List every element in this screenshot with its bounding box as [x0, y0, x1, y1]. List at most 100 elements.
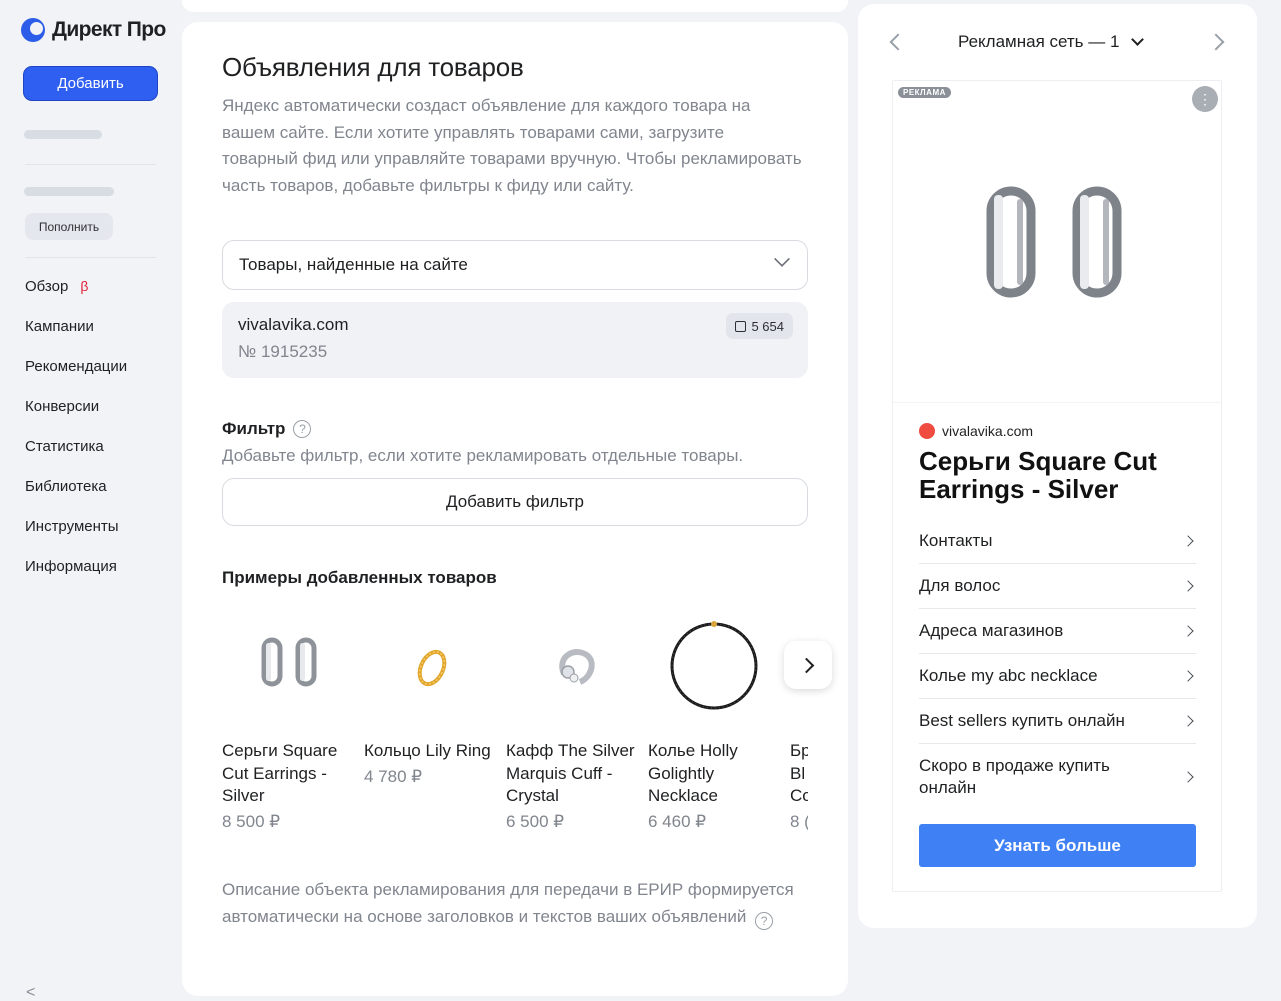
- erip-note-text: Описание объекта рекламирования для пере…: [222, 880, 794, 926]
- chevron-left-icon[interactable]: [889, 33, 907, 51]
- placement-selector-label: Рекламная сеть — 1: [958, 32, 1120, 51]
- ad-image: РЕКЛАМА ⋮: [893, 81, 1221, 403]
- sidebar-nav: Обзор β Кампании Рекомендации Конверсии …: [25, 276, 127, 596]
- balance-placeholder: [24, 130, 102, 139]
- direct-logo-icon: [21, 18, 45, 42]
- nav-item-overview[interactable]: Обзор β: [25, 266, 127, 306]
- previous-section-card: [182, 0, 848, 12]
- carousel-next-button[interactable]: [784, 641, 832, 689]
- chevron-right-icon: [1182, 625, 1194, 637]
- collapse-sidebar-icon[interactable]: <: [26, 984, 35, 1001]
- help-icon[interactable]: ?: [293, 420, 312, 438]
- logo[interactable]: Директ Про: [21, 18, 166, 42]
- topup-button[interactable]: Пополнить: [25, 213, 113, 240]
- sitelink-label: Колье my abc necklace: [919, 666, 1098, 685]
- product-card[interactable]: Колье Holly Golightly Necklace 6 460 ₽: [648, 612, 788, 832]
- products-carousel: Серьги Square Cut Earrings - Silver 8 50…: [222, 612, 808, 842]
- product-card[interactable]: Кафф The Silver Marquis Cuff - Crystal 6…: [506, 612, 646, 832]
- necklace-image: [648, 612, 788, 724]
- sitelink[interactable]: Адреса магазинов: [919, 609, 1196, 654]
- chevron-right-icon: [798, 657, 814, 673]
- filter-hint: Добавьте фильтр, если хотите рекламирова…: [222, 446, 744, 465]
- sitelink[interactable]: Колье my abc necklace: [919, 654, 1196, 699]
- sitelink[interactable]: Best sellers купить онлайн: [919, 699, 1196, 744]
- filter-title: Фильтр: [222, 419, 286, 438]
- product-price: 4 780 ₽: [364, 766, 423, 786]
- products-count-badge: 5 654: [726, 313, 793, 339]
- nav-item-label: Рекомендации: [25, 357, 128, 375]
- nav-item-label: Библиотека: [25, 477, 107, 495]
- product-price: 8 500 ₽: [222, 811, 281, 831]
- logo-text: Директ Про: [52, 18, 166, 41]
- source-select-value: Товары, найденные на сайте: [239, 255, 468, 274]
- chevron-down-icon: [1131, 33, 1145, 46]
- add-filter-button[interactable]: Добавить фильтр: [222, 478, 808, 526]
- preview-header: Рекламная сеть — 1: [858, 28, 1257, 58]
- chevron-right-icon: [1182, 771, 1194, 783]
- sitelink[interactable]: Скоро в продаже купить онлайн: [919, 744, 1196, 810]
- chevron-right-icon: [1182, 535, 1194, 547]
- beta-badge: β: [80, 278, 89, 294]
- earrings-photo: [986, 186, 1122, 298]
- sitelink[interactable]: Для волос: [919, 564, 1196, 609]
- learn-more-button[interactable]: Узнать больше: [919, 824, 1196, 867]
- ad-domain[interactable]: vivalavika.com: [919, 423, 1033, 439]
- filter-heading: Фильтр ?: [222, 419, 312, 439]
- site-number: № 1915235: [238, 342, 328, 361]
- nav-item-label: Информация: [25, 557, 117, 575]
- cuff-image: [506, 612, 646, 724]
- ad-title[interactable]: Серьги Square Cut Earrings - Silver: [919, 447, 1209, 503]
- product-name: Колье Holly Golightly Necklace: [648, 741, 738, 805]
- product-name: Бр Bl Co: [790, 741, 808, 805]
- nav-item-label: Инструменты: [25, 517, 119, 535]
- sidebar: Директ Про Добавить Пополнить Обзор β Ка…: [0, 0, 180, 1001]
- source-select[interactable]: Товары, найденные на сайте: [222, 240, 808, 290]
- nav-item-label: Конверсии: [25, 397, 100, 415]
- page-title: Объявления для товаров: [222, 52, 524, 82]
- chevron-right-icon: [1182, 670, 1194, 682]
- add-button[interactable]: Добавить: [23, 66, 158, 101]
- sitelink-label: Адреса магазинов: [919, 621, 1064, 640]
- sitelink-label: Для волос: [919, 576, 1001, 595]
- chevron-right-icon: [1182, 715, 1194, 727]
- divider: [25, 257, 156, 258]
- nav-item-statistics[interactable]: Статистика: [25, 426, 127, 466]
- ad-preview-panel: Рекламная сеть — 1 РЕКЛАМА ⋮ vivalavika.…: [858, 4, 1257, 928]
- nav-item-recommendations[interactable]: Рекомендации: [25, 346, 127, 386]
- product-name: Кафф The Silver Marquis Cuff - Crystal: [506, 741, 635, 805]
- sitelink-label: Best sellers купить онлайн: [919, 711, 1125, 730]
- products-ads-card: Объявления для товаров Яндекс автоматиче…: [182, 22, 848, 996]
- nav-item-tools[interactable]: Инструменты: [25, 506, 127, 546]
- nav-item-label: Кампании: [25, 317, 94, 335]
- ad-card: РЕКЛАМА ⋮ vivalavika.com Серьги Square C…: [892, 80, 1222, 892]
- chevron-right-icon[interactable]: [1207, 33, 1225, 51]
- earrings-image: [222, 612, 362, 724]
- sitelinks: Контакты Для волос Адреса магазинов Коль…: [919, 519, 1196, 810]
- sitelink-label: Скоро в продаже купить онлайн: [919, 756, 1110, 797]
- sitelink-label: Контакты: [919, 531, 993, 550]
- erip-note: Описание объекта рекламирования для пере…: [222, 877, 802, 930]
- product-price: 8 (: [790, 811, 808, 831]
- products-count: 5 654: [751, 318, 784, 334]
- chevron-down-icon: [774, 251, 790, 267]
- product-card[interactable]: Серьги Square Cut Earrings - Silver 8 50…: [222, 612, 362, 832]
- ring-image: [364, 612, 504, 724]
- product-price: 6 500 ₽: [506, 811, 565, 831]
- box-icon: [735, 320, 747, 332]
- product-card[interactable]: Кольцо Lily Ring 4 780 ₽: [364, 612, 504, 787]
- sitelink[interactable]: Контакты: [919, 519, 1196, 564]
- placement-selector[interactable]: Рекламная сеть — 1: [958, 32, 1145, 52]
- page-description: Яндекс автоматически создаст объявление …: [222, 96, 802, 195]
- nav-item-label: Статистика: [25, 437, 104, 455]
- nav-item-conversions[interactable]: Конверсии: [25, 386, 127, 426]
- divider: [25, 164, 156, 165]
- nav-item-label: Обзор: [25, 277, 69, 295]
- nav-item-info[interactable]: Информация: [25, 546, 127, 586]
- product-name: Серьги Square Cut Earrings - Silver: [222, 741, 338, 805]
- help-icon[interactable]: ?: [755, 911, 774, 930]
- nav-item-campaigns[interactable]: Кампании: [25, 306, 127, 346]
- chevron-right-icon: [1182, 580, 1194, 592]
- site-name: vivalavika.com: [238, 315, 349, 334]
- nav-item-library[interactable]: Библиотека: [25, 466, 127, 506]
- favicon-icon: [919, 423, 935, 439]
